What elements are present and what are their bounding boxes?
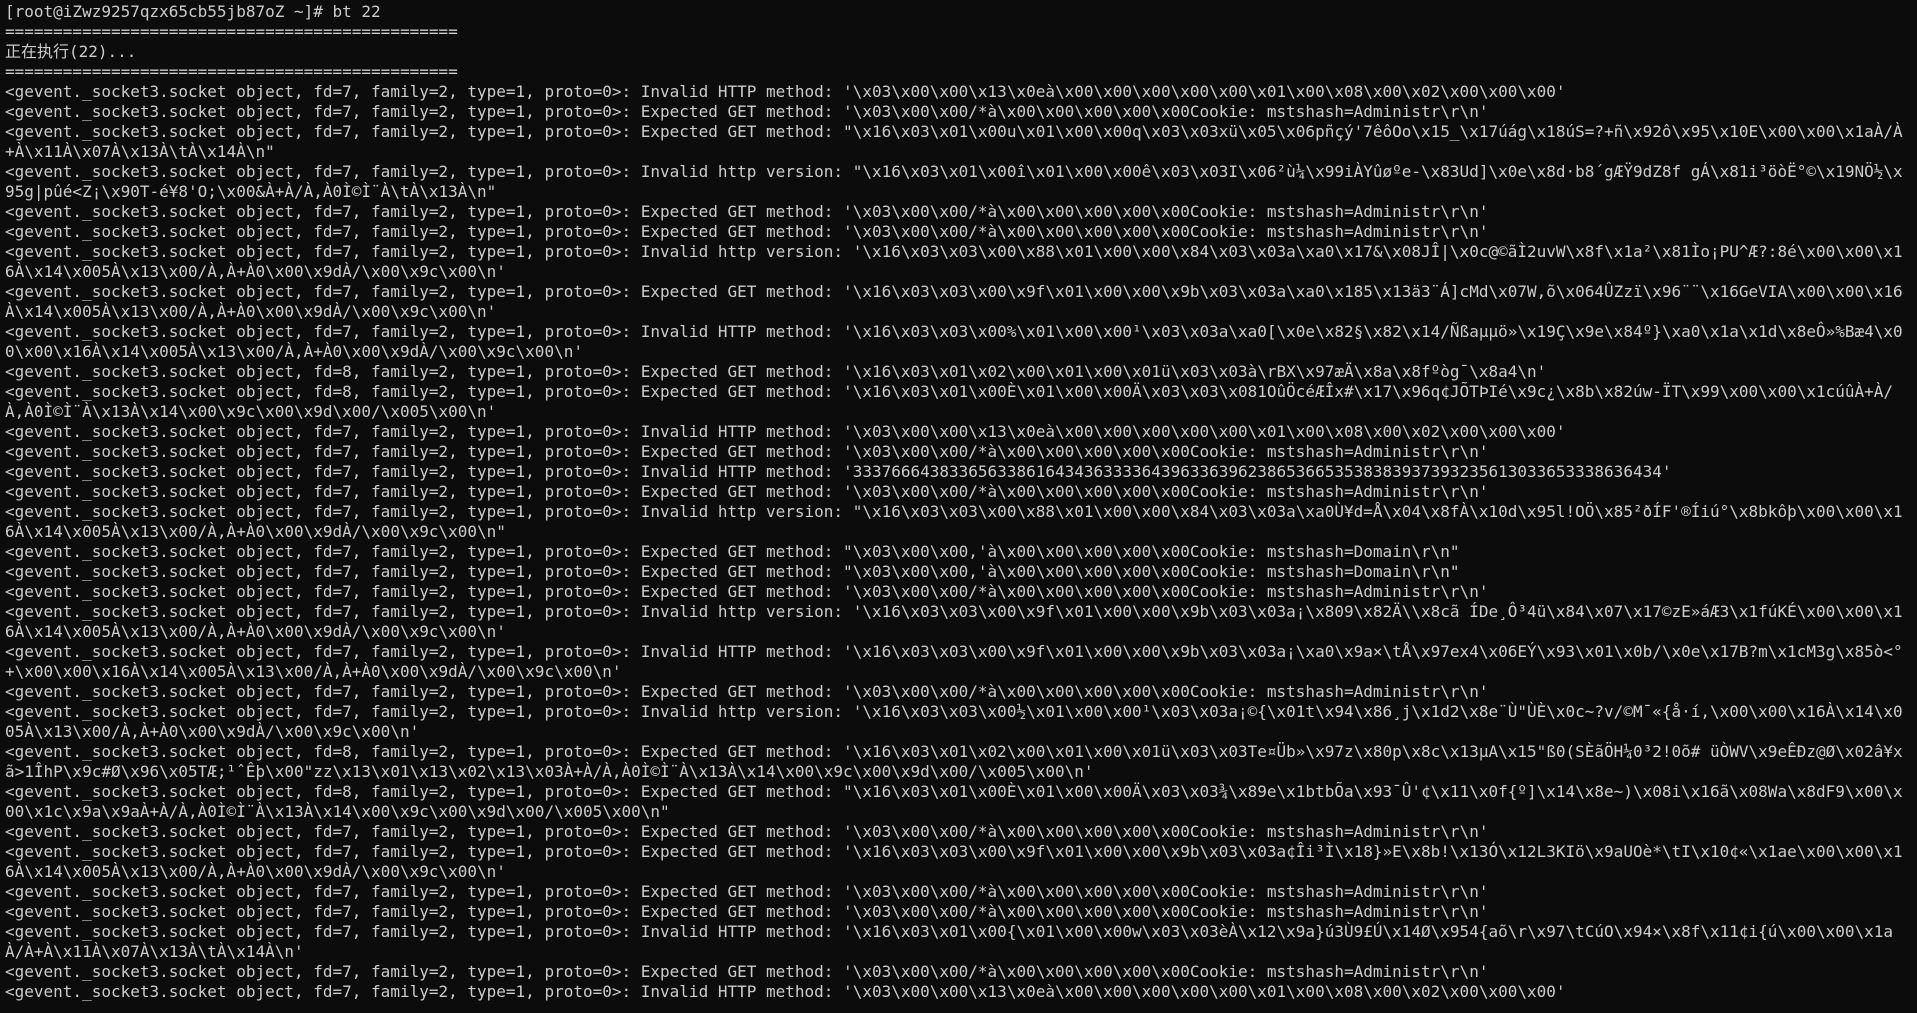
terminal-line: <gevent._socket3.socket object, fd=7, fa…	[5, 162, 1903, 201]
terminal-line: ========================================…	[5, 22, 458, 41]
terminal-line: <gevent._socket3.socket object, fd=7, fa…	[5, 82, 1566, 101]
terminal-line: <gevent._socket3.socket object, fd=7, fa…	[5, 102, 1489, 121]
terminal-line: ========================================…	[5, 62, 458, 81]
terminal-line: <gevent._socket3.socket object, fd=7, fa…	[5, 962, 1489, 981]
terminal-line: <gevent._socket3.socket object, fd=8, fa…	[5, 382, 1894, 421]
terminal-line: <gevent._socket3.socket object, fd=7, fa…	[5, 582, 1489, 601]
terminal-line: <gevent._socket3.socket object, fd=7, fa…	[5, 702, 1903, 741]
terminal-line: <gevent._socket3.socket object, fd=7, fa…	[5, 562, 1460, 581]
terminal-line: <gevent._socket3.socket object, fd=7, fa…	[5, 462, 1672, 481]
terminal-line: <gevent._socket3.socket object, fd=7, fa…	[5, 982, 1566, 1001]
terminal-line: <gevent._socket3.socket object, fd=8, fa…	[5, 742, 1903, 781]
terminal-line: [root@iZwz9257qzx65cb55jb87oZ ~]# bt 22	[5, 2, 381, 21]
terminal-line: <gevent._socket3.socket object, fd=7, fa…	[5, 242, 1903, 281]
terminal-line: <gevent._socket3.socket object, fd=7, fa…	[5, 422, 1566, 441]
terminal-line: <gevent._socket3.socket object, fd=7, fa…	[5, 442, 1489, 461]
terminal-line: <gevent._socket3.socket object, fd=8, fa…	[5, 782, 1903, 821]
terminal-window[interactable]: [root@iZwz9257qzx65cb55jb87oZ ~]# bt 22 …	[0, 0, 1917, 1013]
terminal-line: <gevent._socket3.socket object, fd=7, fa…	[5, 542, 1460, 561]
terminal-line: <gevent._socket3.socket object, fd=7, fa…	[5, 202, 1489, 221]
terminal-line: <gevent._socket3.socket object, fd=7, fa…	[5, 122, 1903, 161]
terminal-line: <gevent._socket3.socket object, fd=7, fa…	[5, 682, 1489, 701]
terminal-line: <gevent._socket3.socket object, fd=7, fa…	[5, 922, 1894, 961]
terminal-line: <gevent._socket3.socket object, fd=7, fa…	[5, 502, 1903, 541]
terminal-line: <gevent._socket3.socket object, fd=7, fa…	[5, 882, 1489, 901]
terminal-line: <gevent._socket3.socket object, fd=7, fa…	[5, 602, 1903, 641]
terminal-line: <gevent._socket3.socket object, fd=7, fa…	[5, 842, 1903, 881]
terminal-line: <gevent._socket3.socket object, fd=8, fa…	[5, 362, 1547, 381]
terminal-line: <gevent._socket3.socket object, fd=7, fa…	[5, 642, 1903, 681]
terminal-line: <gevent._socket3.socket object, fd=7, fa…	[5, 822, 1489, 841]
terminal-line: <gevent._socket3.socket object, fd=7, fa…	[5, 482, 1489, 501]
terminal-line: 正在执行(22)...	[5, 42, 137, 61]
terminal-line: <gevent._socket3.socket object, fd=7, fa…	[5, 322, 1903, 361]
terminal-line: <gevent._socket3.socket object, fd=7, fa…	[5, 222, 1489, 241]
terminal-line: <gevent._socket3.socket object, fd=7, fa…	[5, 902, 1489, 921]
terminal-line: <gevent._socket3.socket object, fd=7, fa…	[5, 282, 1903, 321]
